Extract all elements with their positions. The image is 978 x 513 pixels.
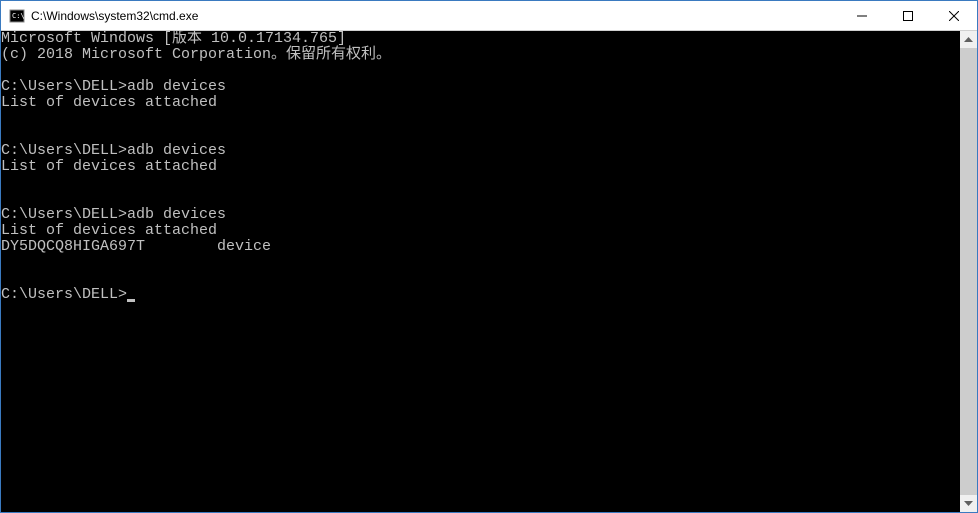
scroll-track[interactable] — [960, 48, 977, 495]
scroll-down-arrow[interactable] — [960, 495, 977, 512]
cmd-icon: C:\ — [9, 8, 25, 24]
terminal-line: C:\Users\DELL>adb devices — [1, 79, 960, 95]
maximize-button[interactable] — [885, 1, 931, 30]
terminal-line: C:\Users\DELL>adb devices — [1, 207, 960, 223]
titlebar[interactable]: C:\ C:\Windows\system32\cmd.exe — [1, 1, 977, 31]
terminal-line — [1, 191, 960, 207]
terminal-line: DY5DQCQ8HIGA697T device — [1, 239, 960, 255]
terminal-line: List of devices attached — [1, 223, 960, 239]
svg-text:C:\: C:\ — [12, 12, 25, 20]
cursor — [127, 299, 135, 302]
terminal-line: Microsoft Windows [版本 10.0.17134.765] — [1, 31, 960, 47]
terminal-prompt-line: C:\Users\DELL> — [1, 287, 960, 303]
terminal-area: Microsoft Windows [版本 10.0.17134.765](c)… — [1, 31, 977, 512]
terminal-line — [1, 63, 960, 79]
terminal-line — [1, 271, 960, 287]
terminal-line — [1, 255, 960, 271]
scroll-thumb[interactable] — [960, 48, 977, 495]
window-title: C:\Windows\system32\cmd.exe — [31, 9, 839, 23]
terminal-line — [1, 127, 960, 143]
window-controls — [839, 1, 977, 30]
cmd-window: C:\ C:\Windows\system32\cmd.exe Microsof… — [0, 0, 978, 513]
vertical-scrollbar[interactable] — [960, 31, 977, 512]
close-button[interactable] — [931, 1, 977, 30]
minimize-button[interactable] — [839, 1, 885, 30]
terminal-line: C:\Users\DELL>adb devices — [1, 143, 960, 159]
terminal-line — [1, 175, 960, 191]
terminal[interactable]: Microsoft Windows [版本 10.0.17134.765](c)… — [1, 31, 960, 512]
terminal-line: List of devices attached — [1, 159, 960, 175]
terminal-line — [1, 111, 960, 127]
terminal-line: (c) 2018 Microsoft Corporation。保留所有权利。 — [1, 47, 960, 63]
terminal-line: List of devices attached — [1, 95, 960, 111]
scroll-up-arrow[interactable] — [960, 31, 977, 48]
